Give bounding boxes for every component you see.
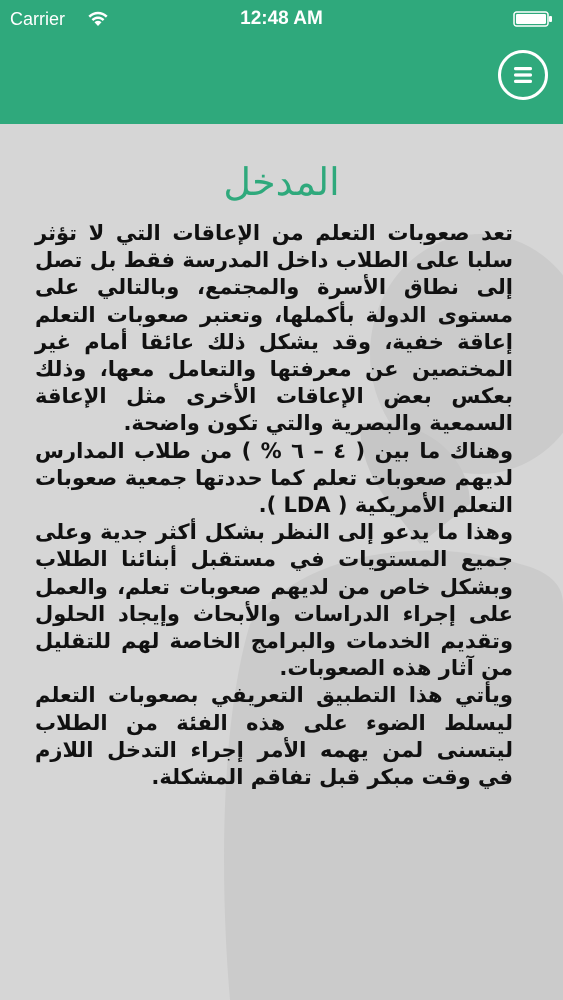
status-bar: Carrier 12:48 AM <box>0 0 563 40</box>
paragraph: وهذا ما يدعو إلى النظر بشكل أكثر جدية وع… <box>35 520 513 681</box>
paragraph: تعد صعوبات التعلم من الإعاقات التي لا تؤ… <box>35 221 513 436</box>
article-body: تعد صعوبات التعلم من الإعاقات التي لا تؤ… <box>35 220 513 791</box>
hamburger-menu-icon <box>514 67 532 83</box>
menu-button[interactable] <box>498 50 548 100</box>
paragraph: ويأتي هذا التطبيق التعريفي بصعوبات التعل… <box>35 683 513 790</box>
navigation-bar <box>0 40 563 124</box>
content-area: المدخل تعد صعوبات التعلم من الإعاقات الت… <box>0 124 563 1000</box>
status-time: 12:48 AM <box>240 8 323 29</box>
page-title: المدخل <box>223 160 340 204</box>
paragraph: وهناك ما بين ( ٤ – ٦ % ) من طلاب المدارس… <box>35 438 514 518</box>
battery-icon <box>513 11 552 27</box>
